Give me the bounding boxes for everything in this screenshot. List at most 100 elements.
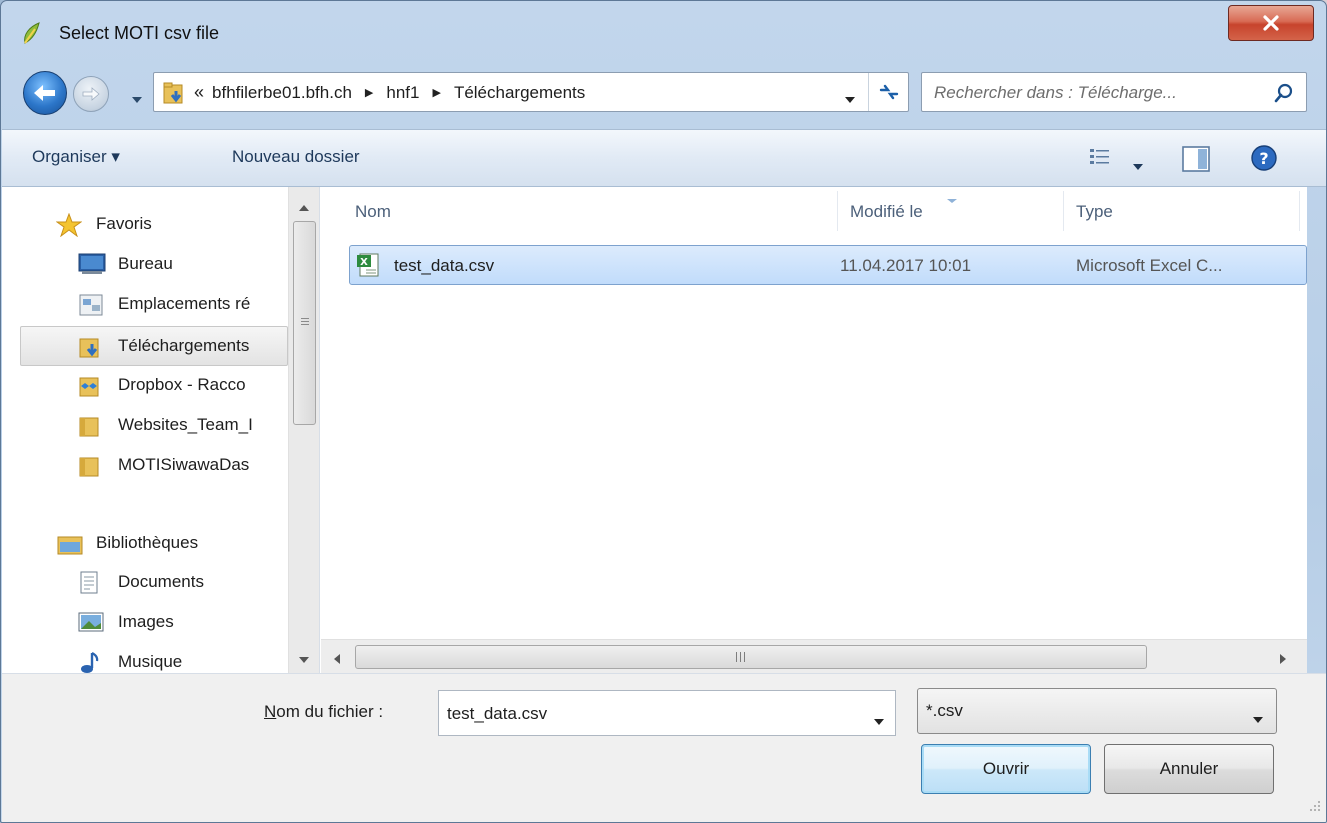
folder-icon — [78, 454, 102, 483]
arrow-right-icon — [82, 87, 100, 101]
nav-item-downloads[interactable]: Téléchargements — [20, 326, 288, 366]
refresh-button[interactable] — [868, 73, 908, 111]
nav-item-motisiwawa[interactable]: MOTISiwawaDas — [2, 446, 288, 486]
scroll-right-arrow-icon[interactable] — [1279, 650, 1287, 670]
back-button[interactable] — [23, 71, 67, 115]
file-type: Microsoft Excel C... — [1076, 256, 1223, 275]
downloads-folder-icon — [78, 335, 102, 364]
help-icon[interactable]: ? — [1250, 144, 1278, 177]
arrow-left-icon — [34, 85, 55, 101]
file-list-horizontal-scrollbar[interactable] — [321, 639, 1307, 673]
dialog-footer: Nom du fichier : test_data.csv *.csv Ouv… — [2, 673, 1326, 822]
star-icon — [55, 212, 83, 242]
address-dropdown[interactable] — [844, 89, 856, 109]
nav-item-label: Images — [118, 612, 174, 631]
scrollbar-grip — [736, 652, 745, 662]
title-bar: Select MOTI csv file — [1, 1, 1326, 63]
file-list-pane: Nom Modifié le Type X test_data.csv 11.0… — [321, 187, 1307, 673]
refresh-icon — [879, 84, 898, 100]
nav-item-label: Bureau — [118, 254, 173, 273]
scrollbar-thumb[interactable] — [355, 645, 1147, 669]
close-icon — [1263, 15, 1279, 31]
filename-label-accesskey: N — [264, 702, 277, 721]
nav-item-label: Bibliothèques — [96, 533, 199, 552]
nav-item-music[interactable]: Musique — [2, 643, 288, 673]
documents-icon — [78, 571, 100, 600]
view-options-icon[interactable] — [1089, 148, 1111, 171]
breadcrumb-item-host[interactable]: bfhfilerbe01.bfh.ch — [212, 83, 352, 103]
nav-item-images[interactable]: Images — [2, 603, 288, 643]
navigation-row: « bfhfilerbe01.bfh.ch ▶ hnf1 ▶ Télécharg… — [1, 63, 1326, 121]
chevron-down-icon — [132, 97, 142, 103]
preview-pane-icon[interactable] — [1182, 146, 1210, 177]
column-divider[interactable] — [1299, 191, 1300, 231]
search-icon[interactable] — [1274, 83, 1294, 108]
organise-menu-button[interactable]: Organiser ▾ — [32, 147, 120, 167]
cancel-button[interactable]: Annuler — [1104, 744, 1274, 794]
column-divider[interactable] — [837, 191, 838, 231]
nav-group-libraries[interactable]: Bibliothèques — [2, 524, 288, 564]
new-folder-button[interactable]: Nouveau dossier — [232, 147, 360, 167]
navigation-pane: Favoris Bureau Emplacements ré Télécharg… — [2, 187, 320, 673]
libraries-icon — [56, 532, 84, 561]
column-header-type[interactable]: Type — [1076, 202, 1113, 222]
nav-item-websites-team[interactable]: Websites_Team_I — [2, 406, 288, 446]
filename-value: test_data.csv — [447, 704, 548, 723]
file-modified: 11.04.2017 10:01 — [840, 256, 972, 275]
address-bar[interactable]: « bfhfilerbe01.bfh.ch ▶ hnf1 ▶ Télécharg… — [153, 72, 909, 112]
filename-label: Nom du fichier : — [264, 702, 383, 722]
music-icon — [78, 651, 100, 673]
folder-icon — [78, 414, 102, 443]
chevron-down-icon[interactable] — [1252, 709, 1264, 729]
recent-pages-dropdown[interactable] — [131, 89, 143, 109]
forward-button[interactable] — [73, 76, 109, 112]
breadcrumb-overflow[interactable]: « — [194, 82, 204, 103]
file-open-dialog: Select MOTI csv file « bfhfilerbe01.bfh.… — [0, 0, 1327, 823]
nav-item-documents[interactable]: Documents — [2, 563, 288, 603]
navigation-vertical-scrollbar[interactable] — [288, 187, 319, 673]
browser-area: Favoris Bureau Emplacements ré Télécharg… — [2, 187, 1307, 673]
close-button[interactable] — [1228, 5, 1314, 41]
column-header-name[interactable]: Nom — [355, 202, 391, 222]
breadcrumb-separator-icon[interactable]: ▶ — [365, 86, 373, 99]
nav-item-desktop[interactable]: Bureau — [2, 245, 288, 285]
chevron-down-icon — [845, 97, 855, 103]
file-type-filter-select[interactable]: *.csv — [917, 688, 1277, 734]
nav-group-favorites[interactable]: Favoris — [2, 205, 288, 245]
breadcrumb-item-hnf1[interactable]: hnf1 — [386, 83, 419, 103]
breadcrumb-item-downloads[interactable]: Téléchargements — [454, 83, 585, 103]
column-header-modified[interactable]: Modifié le — [850, 202, 923, 222]
file-name: test_data.csv — [394, 256, 495, 275]
file-row[interactable]: X test_data.csv 11.04.2017 10:01 Microso… — [349, 245, 1307, 285]
filename-combobox[interactable]: test_data.csv — [438, 690, 896, 736]
chevron-down-icon[interactable] — [873, 711, 885, 731]
search-input[interactable]: Rechercher dans : Télécharge... — [921, 72, 1307, 112]
command-toolbar: Organiser ▾ Nouveau dossier ? — [2, 129, 1326, 187]
nav-item-label: Websites_Team_I — [118, 415, 253, 434]
scrollbar-thumb[interactable] — [293, 221, 316, 425]
nav-item-label: Emplacements ré — [118, 294, 251, 313]
nav-item-dropbox[interactable]: Dropbox - Racco — [2, 366, 288, 406]
scroll-up-arrow-icon[interactable] — [298, 197, 310, 217]
scroll-down-arrow-icon[interactable] — [298, 649, 310, 669]
chevron-down-icon — [1133, 164, 1143, 170]
svg-text:X: X — [360, 257, 368, 268]
open-button[interactable]: Ouvrir — [921, 744, 1091, 794]
excel-csv-file-icon: X — [356, 252, 382, 283]
nav-item-label: Musique — [118, 652, 183, 671]
nav-item-label: Favoris — [96, 214, 152, 233]
resize-grip-icon[interactable] — [1309, 797, 1321, 817]
search-placeholder: Rechercher dans : Télécharge... — [934, 83, 1177, 102]
nav-item-label: Dropbox - Racco — [118, 375, 246, 394]
column-header-row: Nom Modifié le Type — [321, 187, 1307, 235]
filename-label-text: om du fichier : — [276, 702, 384, 721]
column-divider[interactable] — [1063, 191, 1064, 231]
window-title: Select MOTI csv file — [59, 23, 220, 43]
navigation-tree: Favoris Bureau Emplacements ré Télécharg… — [2, 187, 288, 673]
images-icon — [78, 611, 104, 638]
svg-text:?: ? — [1259, 149, 1268, 168]
breadcrumb-separator-icon[interactable]: ▶ — [432, 86, 440, 99]
nav-item-recent-places[interactable]: Emplacements ré — [2, 285, 288, 325]
scroll-left-arrow-icon[interactable] — [333, 650, 341, 670]
view-options-dropdown[interactable] — [1132, 156, 1144, 176]
